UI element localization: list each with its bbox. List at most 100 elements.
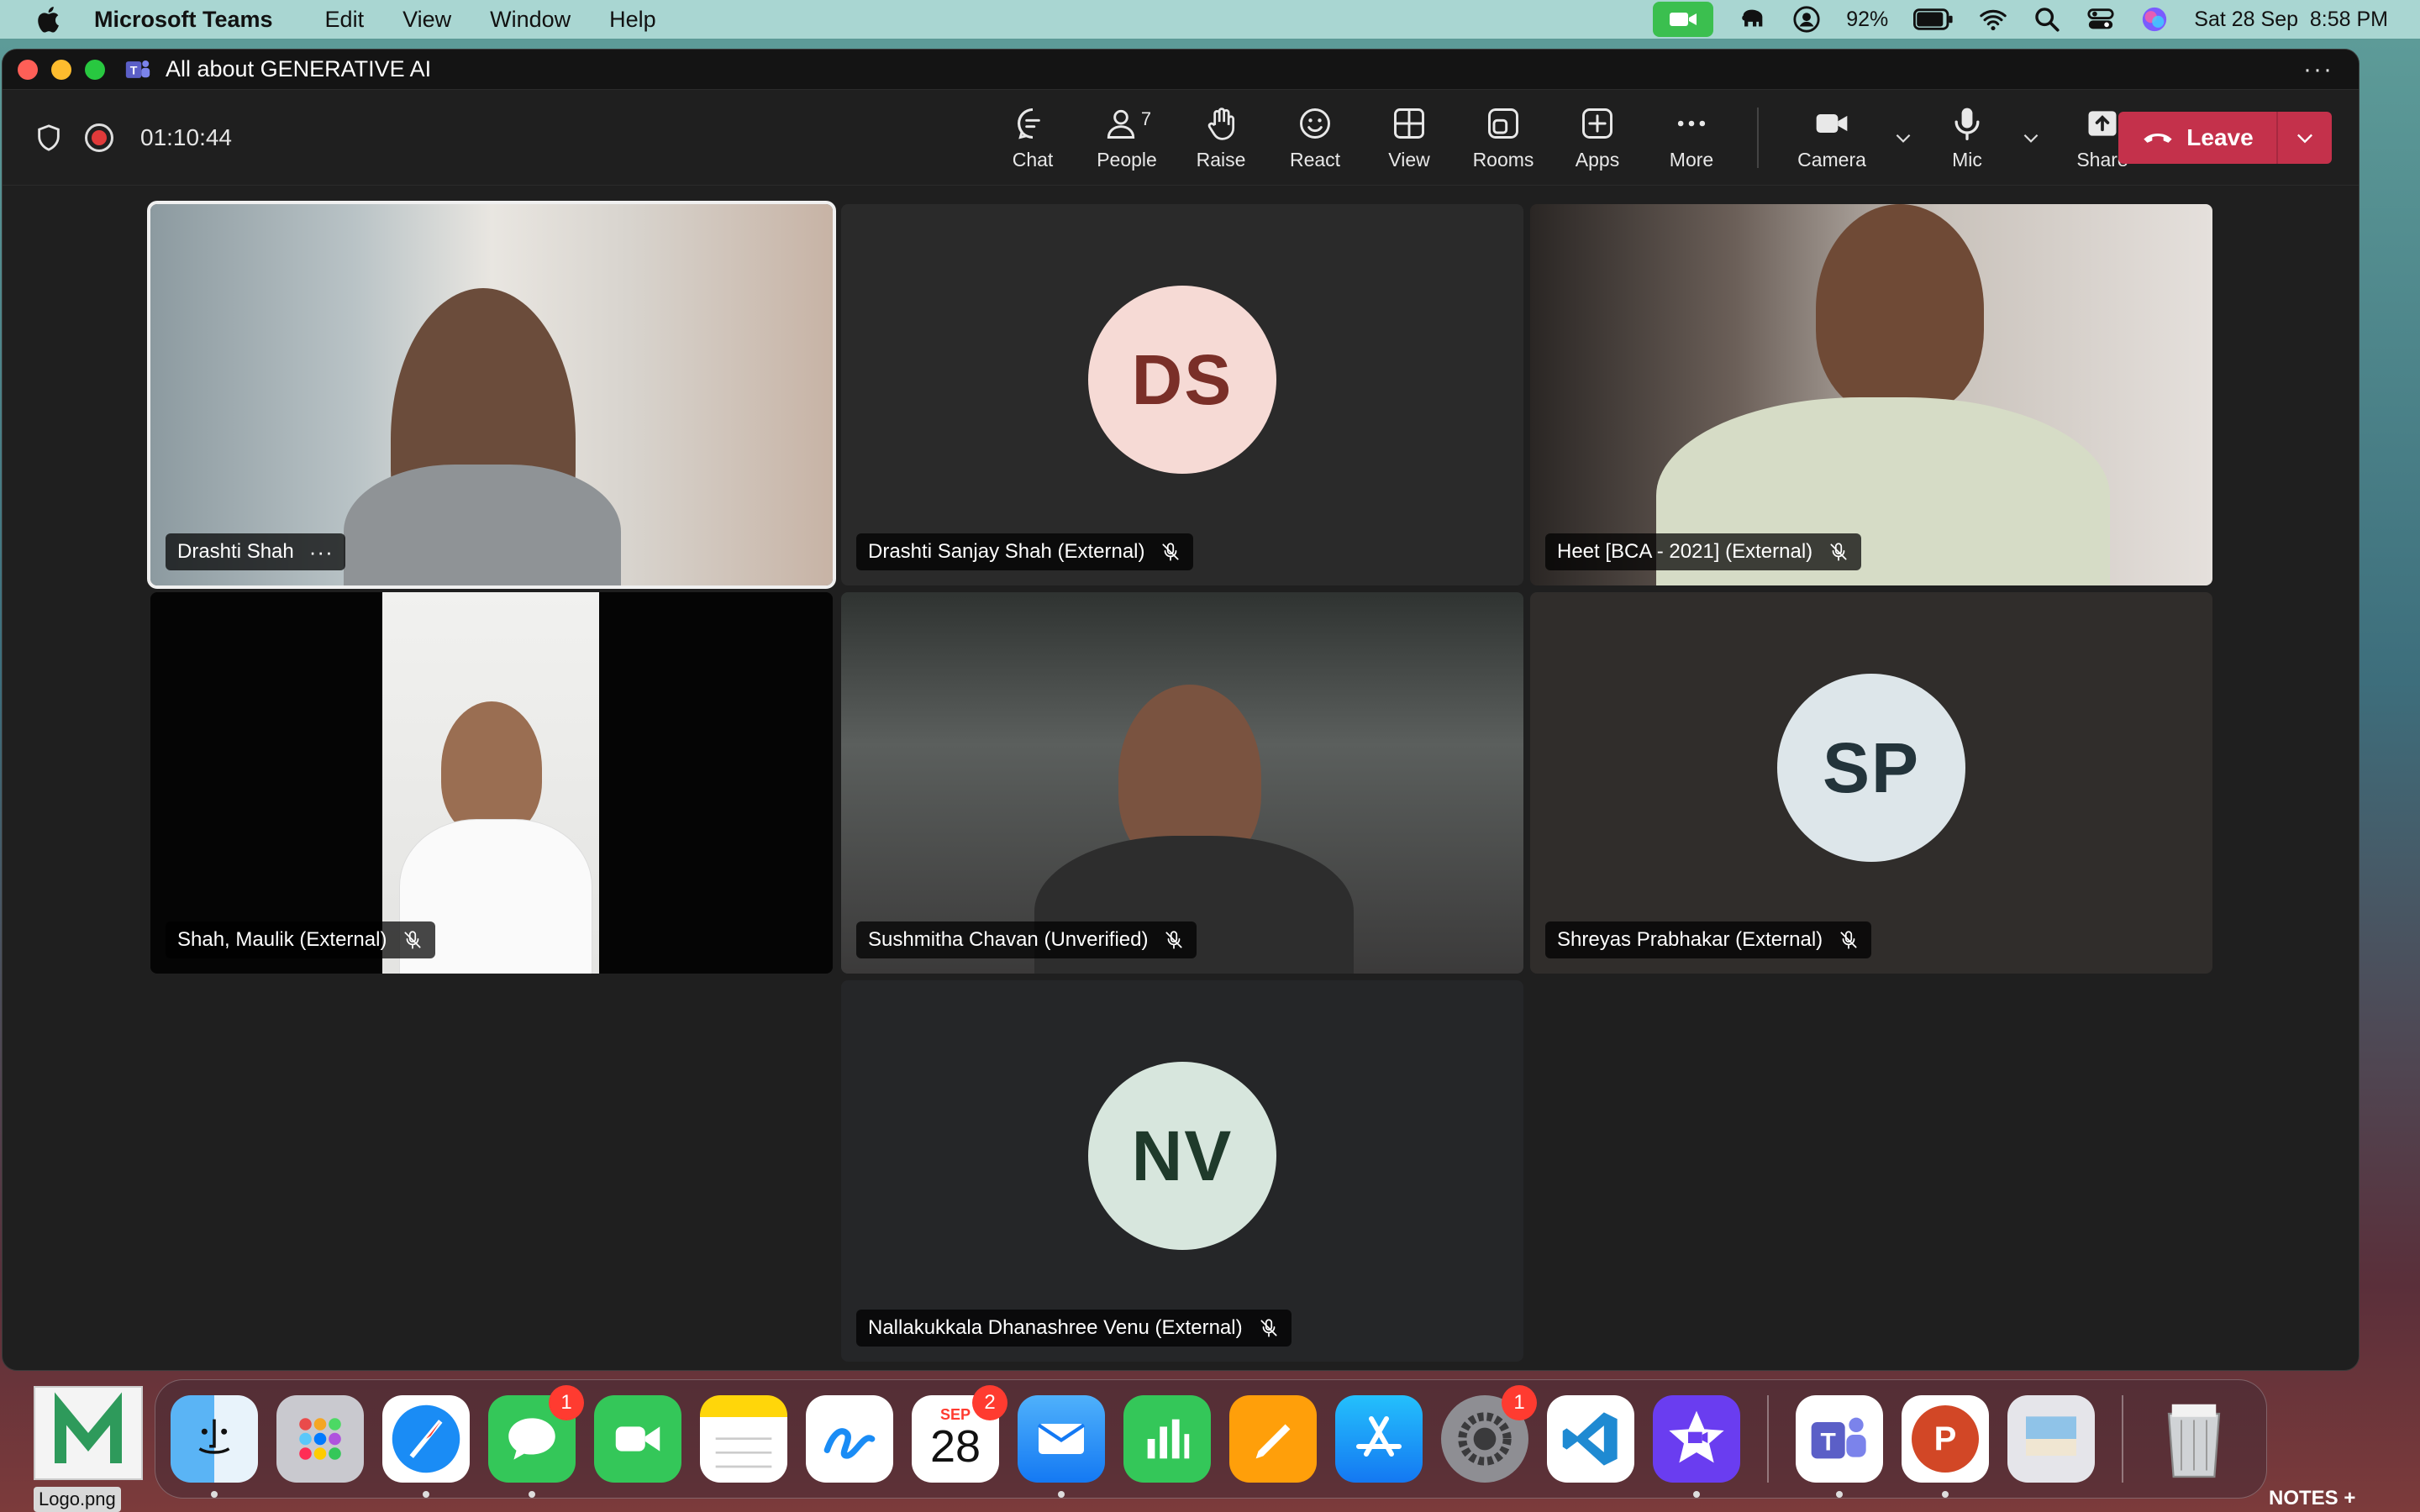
numbers-icon[interactable] [1123,1395,1211,1483]
imovie-icon[interactable] [1653,1395,1740,1498]
participant-tile[interactable]: Shah, Maulik (External) [150,592,833,974]
microphone-icon [1954,108,1980,140]
rooms-label: Rooms [1472,148,1534,171]
camera-button[interactable]: Camera [1777,105,1886,171]
participant-tile[interactable]: NV Nallakukkala Dhanashree Venu (Externa… [841,980,1523,1362]
participant-tile[interactable]: Drashti Shah ··· [147,201,836,589]
menu-view[interactable]: View [402,7,451,33]
battery-percent: 92% [1846,7,1889,31]
leave-options-button[interactable] [2278,112,2332,164]
participant-name: Drashti Sanjay Shah (External) [868,540,1145,563]
recording-icon [85,123,113,152]
preview-icon[interactable] [2007,1395,2095,1483]
apple-icon[interactable] [34,3,66,35]
running-indicator [211,1491,218,1498]
chevron-down-icon [2297,134,2312,144]
people-button[interactable]: 7 People [1080,105,1174,171]
dock: 1 SEP 28 2 1 T P [155,1379,2267,1499]
leave-button[interactable]: Leave [2118,112,2276,164]
app-store-icon[interactable] [1335,1395,1423,1483]
control-center-icon[interactable] [2086,5,2115,34]
zoom-window-button[interactable] [85,59,105,80]
file-thumbnail [34,1386,143,1480]
mic-label: Mic [1952,148,1982,171]
desktop-file[interactable]: Logo.png [34,1386,151,1512]
rooms-button[interactable]: Rooms [1456,105,1550,171]
facetime-icon[interactable] [594,1395,681,1483]
trash-icon[interactable] [2150,1395,2238,1483]
mic-muted-icon [1840,931,1857,949]
participant-name: Heet [BCA - 2021] (External) [1557,540,1813,563]
menu-help[interactable]: Help [609,7,656,33]
window-more-icon[interactable]: ··· [2303,55,2333,84]
running-indicator [1836,1491,1843,1498]
running-indicator [1058,1491,1065,1498]
participant-tile[interactable]: SP Shreyas Prabhakar (External) [1530,592,2212,974]
search-icon[interactable] [2033,5,2061,34]
siri-icon[interactable] [2140,5,2169,34]
menu-edit[interactable]: Edit [325,7,365,33]
pages-icon[interactable] [1229,1395,1317,1483]
messages-icon[interactable]: 1 [488,1385,584,1498]
avatar-initials: NV [1131,1116,1234,1195]
close-window-button[interactable] [18,59,38,80]
elephant-icon[interactable] [1739,5,1767,34]
participant-name-tag: Shah, Maulik (External) [166,921,436,958]
people-icon [1107,109,1135,139]
participant-name: Shreyas Prabhakar (External) [1557,928,1823,951]
react-button[interactable]: React [1268,105,1362,171]
finder-icon[interactable] [171,1395,258,1498]
running-indicator [1942,1491,1949,1498]
participant-tile[interactable]: DS Drashti Sanjay Shah (External) [841,204,1523,585]
chat-button[interactable]: Chat [986,105,1080,171]
menu-app-name[interactable]: Microsoft Teams [94,7,273,33]
chevron-down-icon [2023,134,2039,143]
launchpad-icon[interactable] [276,1395,364,1483]
participant-face [441,701,542,836]
menubar-clock[interactable]: Sat 28 Sep 8:58 PM [2194,8,2388,32]
teams-logo-icon: T [125,60,150,78]
notes-icon[interactable] [700,1395,787,1483]
wifi-icon[interactable] [1979,5,2007,34]
battery-icon[interactable] [1913,8,1954,30]
add-app-icon [1582,108,1612,139]
view-button[interactable]: View [1362,105,1456,171]
system-settings-icon[interactable]: 1 [1441,1385,1537,1483]
participant-name-tag: Sushmitha Chavan (Unverified) [856,921,1197,958]
participant-more-icon[interactable]: ··· [309,539,334,565]
menu-window[interactable]: Window [490,7,571,33]
window-controls [18,59,105,80]
participant-tile[interactable]: Sushmitha Chavan (Unverified) [841,592,1523,974]
share-screen-icon [2088,110,2117,136]
running-indicator [423,1491,429,1498]
user-account-icon[interactable] [1792,5,1821,34]
settings-badge: 1 [1502,1385,1537,1420]
participant-video-shirt [344,465,621,585]
leave-label: Leave [2186,124,2254,150]
calendar-icon[interactable]: SEP 28 2 [912,1385,1007,1483]
shield-icon[interactable] [34,123,63,152]
powerpoint-icon[interactable]: P [1902,1395,1989,1498]
camera-options-button[interactable] [1886,127,1920,149]
dock-divider [2122,1395,2123,1483]
microsoft-teams-icon[interactable]: T [1796,1395,1883,1498]
minimize-window-button[interactable] [51,59,71,80]
apps-button[interactable]: Apps [1550,105,1644,171]
calendar-day: 28 [929,1420,981,1472]
participant-video [1816,204,1984,414]
raise-hand-button[interactable]: Raise [1174,105,1268,171]
raise-label: Raise [1196,148,1246,171]
vscode-icon[interactable] [1547,1395,1634,1483]
mic-options-button[interactable] [2014,127,2048,149]
messages-badge: 1 [549,1385,584,1420]
mail-icon[interactable] [1018,1395,1105,1498]
people-label: People [1097,148,1157,171]
mic-button[interactable]: Mic [1920,105,2014,171]
file-label: Logo.png [34,1487,121,1512]
safari-icon[interactable] [382,1395,470,1498]
participant-tile[interactable]: Heet [BCA - 2021] (External) [1530,204,2212,585]
participant-name-tag: Drashti Sanjay Shah (External) [856,533,1194,570]
more-button[interactable]: More [1644,105,1739,171]
freeform-icon[interactable] [806,1395,893,1483]
camera-in-use-icon[interactable] [1653,2,1714,37]
